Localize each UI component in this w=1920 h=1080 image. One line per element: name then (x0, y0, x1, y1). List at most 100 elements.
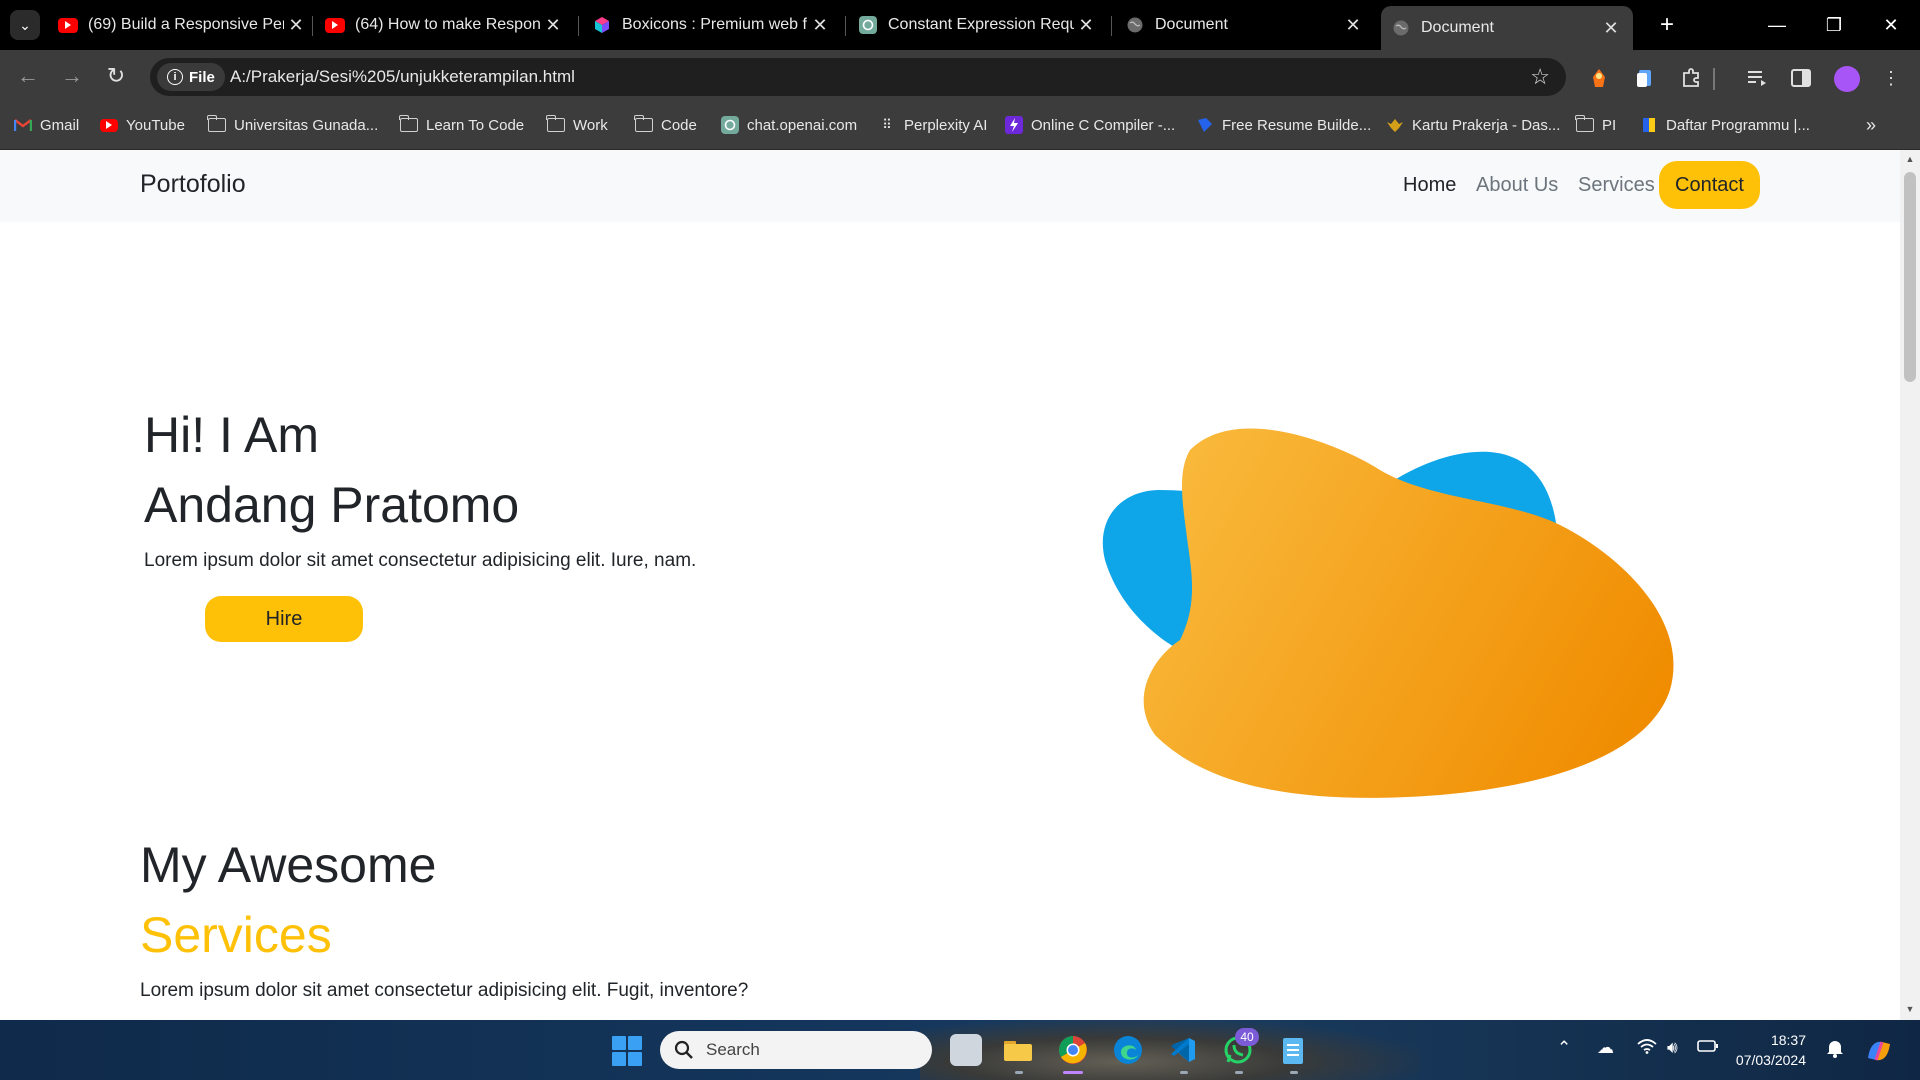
contact-button[interactable]: Contact (1659, 161, 1760, 209)
folder-icon (399, 115, 418, 133)
clock-time: 18:37 (1770, 1032, 1806, 1048)
tab-chatgpt[interactable]: Constant Expression Requi ✕ (858, 8, 1098, 42)
edge-icon[interactable] (1112, 1034, 1144, 1066)
bookmark-folder-pi[interactable]: PI (1575, 114, 1616, 136)
site-navbar: Portofolio Home About Us Services Contac… (0, 150, 1900, 222)
tab-search-button[interactable]: ⌄ (10, 10, 40, 40)
profile-avatar[interactable] (1834, 66, 1860, 92)
close-icon[interactable]: ✕ (1341, 15, 1365, 36)
scroll-down-arrow-icon[interactable]: ▼ (1904, 1004, 1916, 1014)
task-view-icon[interactable] (950, 1034, 982, 1066)
bookmark-daftar-programmu[interactable]: Daftar Programmu |... (1640, 114, 1810, 136)
bookmark-gmail[interactable]: Gmail (14, 114, 79, 136)
tab-boxicons[interactable]: Boxicons : Premium web fr ✕ (592, 8, 832, 42)
scrollbar-thumb[interactable] (1904, 172, 1916, 382)
battery-icon[interactable] (1697, 1038, 1719, 1058)
chatgpt-icon (858, 15, 878, 35)
youtube-icon (58, 15, 78, 35)
scroll-up-arrow-icon[interactable]: ▲ (1904, 154, 1916, 164)
running-indicator (1290, 1071, 1298, 1074)
reload-icon[interactable]: ↻ (100, 60, 132, 92)
chrome-icon[interactable] (1057, 1034, 1089, 1066)
folder-icon (634, 115, 653, 133)
menu-kebab-icon[interactable]: ⋮ (1879, 66, 1903, 90)
hire-button[interactable]: Hire (205, 596, 363, 642)
chevron-up-icon[interactable]: ⌃ (1557, 1038, 1571, 1058)
chatgpt-icon (721, 116, 739, 134)
notepad-icon[interactable] (1277, 1034, 1309, 1066)
nav-home[interactable]: Home (1403, 174, 1456, 197)
gmail-icon (14, 117, 32, 133)
system-clock[interactable]: 18:37 07/03/2024 (1718, 1030, 1806, 1070)
bookmark-kartu-prakerja[interactable]: Kartu Prakerja - Das... (1386, 114, 1560, 136)
bookmark-folder-learn-to-code[interactable]: Learn To Code (399, 114, 524, 136)
close-icon[interactable]: ✕ (541, 15, 565, 36)
close-icon[interactable]: ✕ (1599, 18, 1623, 39)
back-arrow-icon[interactable]: ← (12, 60, 44, 92)
start-menu-icon[interactable] (612, 1036, 642, 1066)
close-window-icon[interactable]: ✕ (1863, 0, 1919, 50)
forward-arrow-icon[interactable]: → (56, 60, 88, 92)
garuda-icon (1386, 117, 1404, 133)
nav-services[interactable]: Services (1578, 174, 1655, 197)
toolbar-divider (1713, 68, 1715, 90)
hero-subtitle: Lorem ipsum dolor sit amet consectetur a… (144, 550, 697, 571)
hero-greeting: Hi! I Am (144, 407, 320, 463)
site-info-chip[interactable]: i File (157, 63, 225, 91)
bookmarks-bar: Gmail YouTube Universitas Gunada... Lear… (0, 100, 1920, 150)
bookmark-online-c-compiler[interactable]: Online C Compiler -... (1005, 114, 1175, 136)
reading-list-icon[interactable] (1745, 66, 1769, 90)
resume-builder-icon (1196, 117, 1214, 133)
bookmark-folder-code[interactable]: Code (634, 114, 697, 136)
bookmark-free-resume-builder[interactable]: Free Resume Builde... (1196, 114, 1371, 136)
whatsapp-unread-badge: 40 (1235, 1028, 1259, 1046)
page-scrollbar[interactable]: ▲ ▼ (1900, 150, 1920, 1020)
url-text[interactable]: A:/Prakerja/Sesi%205/unjukketerampilan.h… (230, 67, 575, 87)
globe-icon (1125, 15, 1145, 35)
nav-about-us[interactable]: About Us (1476, 174, 1558, 197)
volume-icon[interactable]: 🔊︎ (1667, 1038, 1678, 1058)
copilot-icon[interactable] (1864, 1038, 1894, 1069)
side-panel-icon[interactable] (1789, 66, 1813, 90)
running-indicator (1235, 1071, 1243, 1074)
bookmark-folder-universitas[interactable]: Universitas Gunada... (207, 114, 378, 136)
bookmark-folder-work[interactable]: Work (546, 114, 608, 136)
grid-dots-icon: ⠿ (882, 117, 892, 132)
extensions-puzzle-icon[interactable] (1679, 66, 1703, 90)
running-indicator (1015, 1071, 1023, 1074)
wifi-icon[interactable] (1637, 1038, 1657, 1059)
taskbar-search-box[interactable]: Search (660, 1031, 932, 1069)
running-indicator (1180, 1071, 1188, 1074)
folder-icon (1575, 115, 1594, 133)
search-icon (674, 1040, 693, 1059)
notification-bell-icon[interactable] (1826, 1038, 1844, 1063)
vscode-icon[interactable] (1167, 1034, 1199, 1066)
hero-name: Andang Pratomo (144, 477, 520, 533)
extension-document-icon[interactable] (1633, 66, 1657, 90)
extension-fox-icon[interactable] (1587, 66, 1611, 90)
site-brand[interactable]: Portofolio (140, 170, 246, 199)
minimize-icon[interactable]: — (1749, 0, 1805, 50)
services-title-highlight: Services (140, 907, 332, 963)
new-tab-button[interactable]: + (1652, 10, 1682, 40)
bookmark-chat-openai[interactable]: chat.openai.com (721, 114, 857, 136)
tab-youtube-1[interactable]: (69) Build a Responsive Per ✕ (58, 8, 308, 42)
folder-icon (546, 115, 565, 133)
restore-icon[interactable]: ❐ (1806, 0, 1862, 50)
bookmark-youtube[interactable]: YouTube (100, 114, 185, 136)
more-bookmarks-icon[interactable]: » (1866, 114, 1876, 136)
boxicons-icon (592, 15, 612, 35)
file-explorer-icon[interactable] (1002, 1034, 1034, 1066)
tab-youtube-2[interactable]: (64) How to make Respons ✕ (325, 8, 565, 42)
bookmark-star-icon[interactable]: ☆ (1530, 64, 1550, 90)
tab-document-active[interactable]: Document ✕ (1381, 6, 1633, 50)
tab-document-1[interactable]: Document ✕ (1125, 8, 1365, 42)
close-icon[interactable]: ✕ (1074, 15, 1098, 36)
services-title: My Awesome (140, 837, 437, 893)
bookmark-perplexity[interactable]: ⠿ Perplexity AI (878, 114, 987, 136)
onedrive-cloud-icon[interactable]: ☁ (1597, 1038, 1614, 1058)
youtube-icon (100, 117, 118, 133)
close-icon[interactable]: ✕ (808, 15, 832, 36)
address-bar[interactable]: i File A:/Prakerja/Sesi%205/unjukketeram… (150, 58, 1566, 96)
close-icon[interactable]: ✕ (284, 15, 308, 36)
